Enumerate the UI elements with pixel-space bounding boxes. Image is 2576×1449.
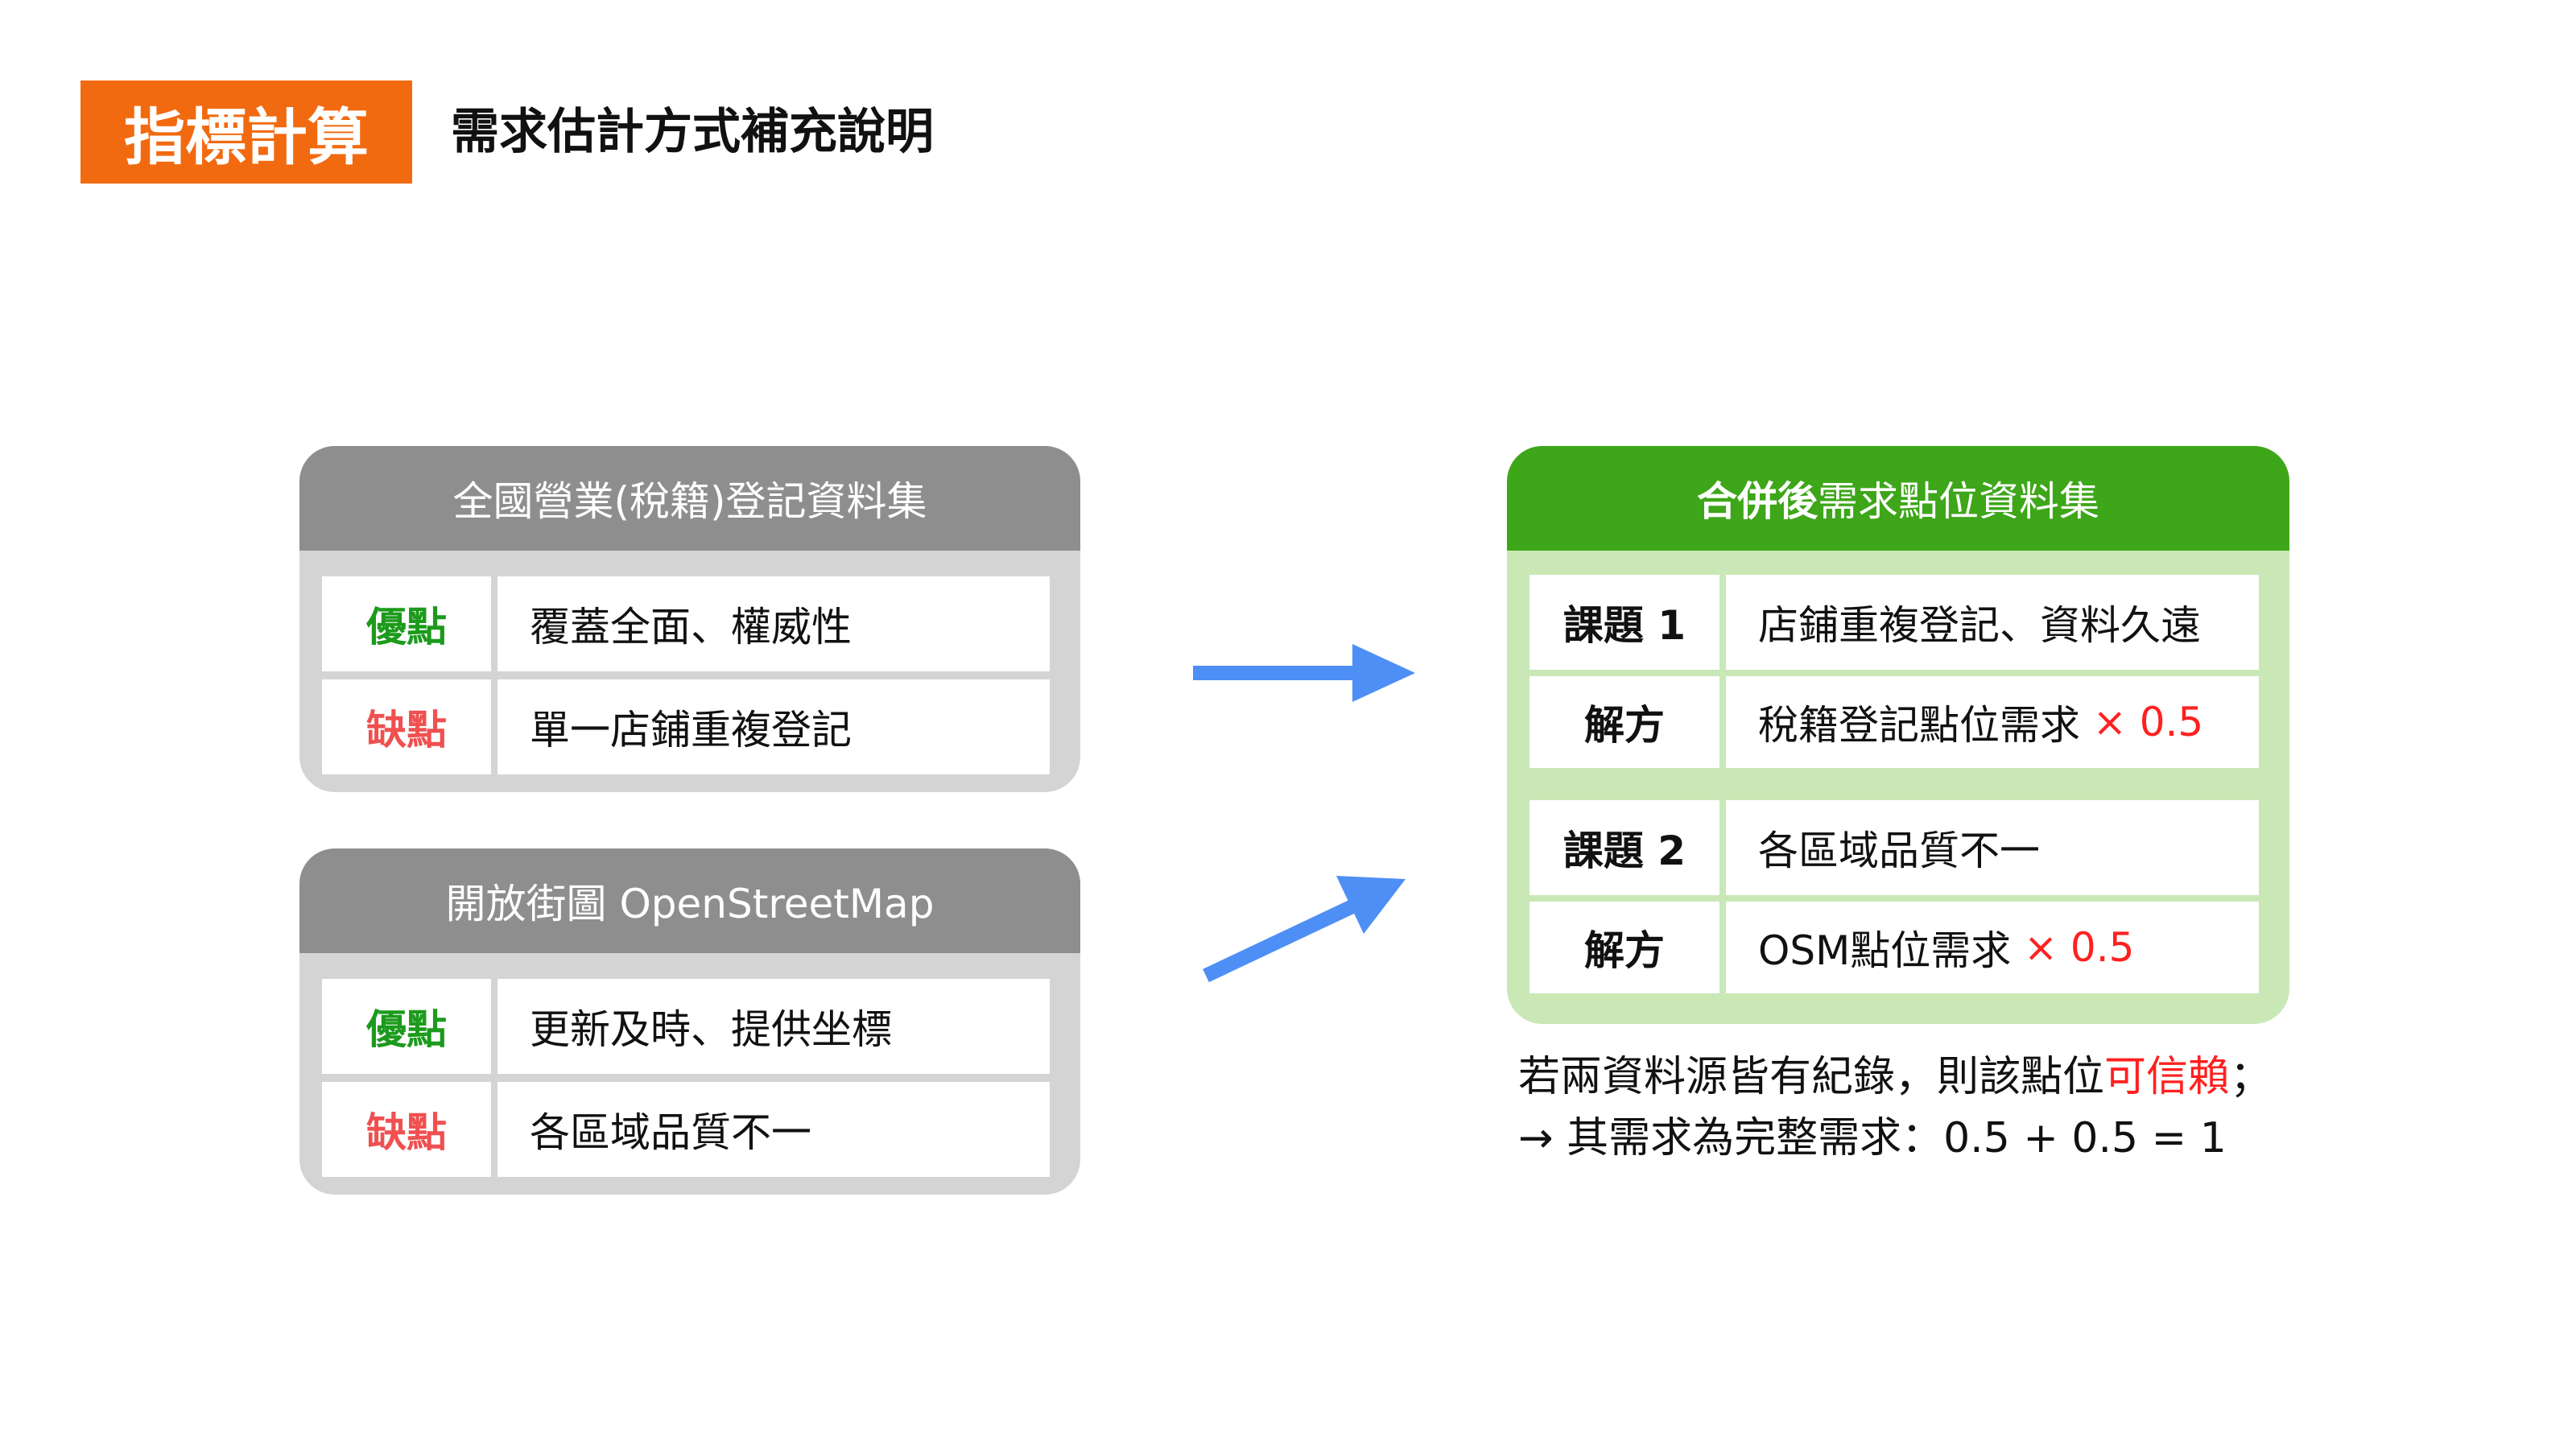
issue-1-row: 課題 1 店鋪重複登記、資料久遠 xyxy=(1530,575,2259,670)
issue-2-label: 課題 2 xyxy=(1530,800,1719,895)
solution-2-desc: OSM點位需求 xyxy=(1758,927,2012,974)
issue-2-row: 課題 2 各區域品質不一 xyxy=(1530,800,2259,895)
arrow-right-icon xyxy=(1193,644,1415,702)
note-line-1: 若兩資料源皆有紀錄，則該點位可信賴； xyxy=(1518,1046,2272,1108)
note-line-2: → 其需求為完整需求：0.5 + 0.5 = 1 xyxy=(1518,1114,2227,1162)
merged-dataset-title: 合併後 需求點位資料集 xyxy=(1507,446,2289,551)
merge-note: 若兩資料源皆有紀錄，則該點位可信賴； → 其需求為完整需求：0.5 + 0.5 … xyxy=(1518,1046,2272,1169)
solution-2-row: 解方 OSM點位需求 × 0.5 xyxy=(1530,902,2259,993)
solution-2-factor: × 0.5 xyxy=(2024,924,2135,971)
issue-1-text: 店鋪重複登記、資料久遠 xyxy=(1726,575,2259,670)
note-line-1-pre: 若兩資料源皆有紀錄，則該點位 xyxy=(1518,1053,2105,1101)
solution-1-row: 解方 稅籍登記點位需求 × 0.5 xyxy=(1530,676,2259,768)
solution-1-text: 稅籍登記點位需求 × 0.5 xyxy=(1726,676,2259,768)
note-highlight: 可信賴 xyxy=(2104,1053,2231,1101)
issue-2-text: 各區域品質不一 xyxy=(1726,800,2259,895)
merged-title-bold: 合併後 xyxy=(1697,478,1818,525)
solution-1-label: 解方 xyxy=(1530,676,1719,768)
solution-1-factor: × 0.5 xyxy=(2092,699,2204,745)
solution-2-label: 解方 xyxy=(1530,902,1719,993)
issue-1-label: 課題 1 xyxy=(1530,575,1719,670)
merged-dataset-card: 合併後 需求點位資料集 課題 1 店鋪重複登記、資料久遠 解方 稅籍登記點位需求 … xyxy=(1507,446,2289,1024)
solution-2-text: OSM點位需求 × 0.5 xyxy=(1726,902,2259,993)
merged-title-rest: 需求點位資料集 xyxy=(1818,478,2099,525)
arrow-up-right-icon xyxy=(1203,876,1406,983)
note-line-1-post: ； xyxy=(2230,1053,2273,1101)
solution-1-desc: 稅籍登記點位需求 xyxy=(1758,702,2080,749)
